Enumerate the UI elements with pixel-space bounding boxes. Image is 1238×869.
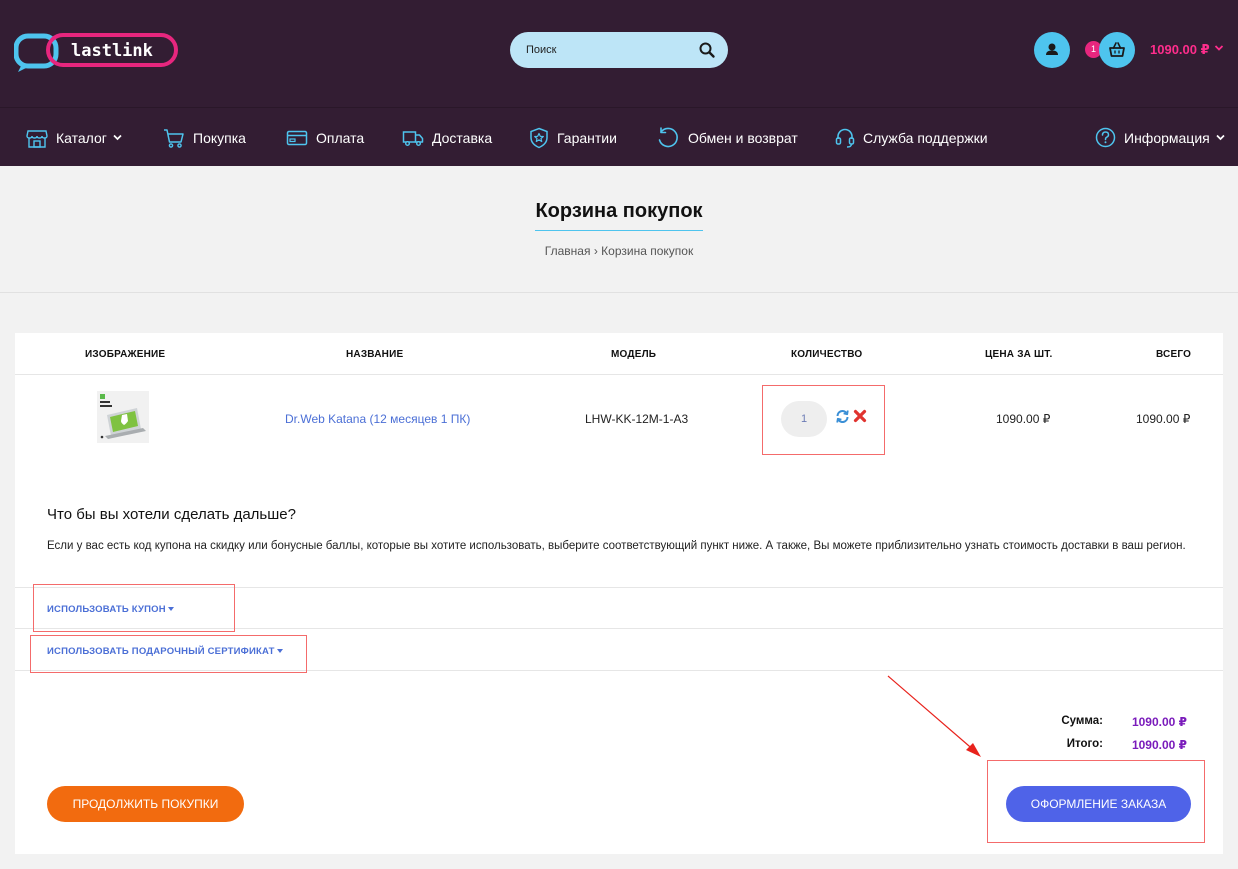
cart-button[interactable] bbox=[1099, 32, 1135, 68]
cart-icon bbox=[164, 128, 184, 148]
truck-icon bbox=[402, 130, 424, 146]
main-nav: Каталог Покупка Оплата Доставка Гарантии… bbox=[0, 107, 1238, 166]
annotation-arrow-icon bbox=[887, 675, 981, 757]
headset-icon bbox=[835, 128, 855, 148]
return-icon bbox=[658, 126, 678, 147]
quantity-highlight-box bbox=[762, 385, 885, 455]
nav-item-label: Покупка bbox=[193, 129, 246, 146]
nav-item-label: Информация bbox=[1124, 129, 1210, 146]
user-icon bbox=[1046, 43, 1058, 55]
cart-total[interactable]: 1090.00 ₽ bbox=[1150, 42, 1210, 58]
chevron-down-icon bbox=[1216, 134, 1225, 141]
column-header-model: Модель bbox=[611, 349, 657, 360]
subtotal-value: 1090.00 ₽ bbox=[1131, 715, 1187, 729]
page-heading: Корзина покупок Главная › Корзина покупо… bbox=[0, 166, 1238, 293]
column-header-name: Название bbox=[346, 349, 404, 360]
nav-item-payment[interactable]: Оплата bbox=[286, 108, 364, 167]
page-title: Корзина покупок bbox=[535, 200, 703, 222]
total-value: 1090.00 ₽ bbox=[1131, 738, 1187, 752]
search-icon[interactable] bbox=[698, 41, 716, 59]
checkout-highlight-box bbox=[987, 760, 1205, 843]
product-model: LHW-KK-12M-1-A3 bbox=[585, 412, 689, 426]
column-header-quantity: Количество bbox=[791, 349, 863, 360]
logo[interactable]: lastlink bbox=[13, 32, 180, 74]
question-icon bbox=[1095, 127, 1116, 148]
nav-item-returns[interactable]: Обмен и возврат bbox=[656, 108, 798, 167]
cart-panel: Изображение Название Модель Количество Ц… bbox=[15, 333, 1223, 854]
subtotal-label: Сумма: bbox=[1061, 715, 1103, 727]
nav-item-label: Доставка bbox=[432, 129, 493, 146]
nav-item-delivery[interactable]: Доставка bbox=[402, 108, 492, 167]
breadcrumb-separator: › bbox=[593, 244, 598, 258]
unit-price: 1090.00 ₽ bbox=[996, 412, 1051, 426]
breadcrumb: Главная › Корзина покупок bbox=[0, 244, 1238, 258]
search-bar bbox=[510, 32, 728, 68]
credit-card-icon bbox=[286, 130, 308, 145]
next-steps-text: Если у вас есть код купона на скидку или… bbox=[47, 540, 1186, 552]
gift-certificate-highlight-box bbox=[30, 635, 307, 673]
product-name-link[interactable]: Dr.Web Katana (12 месяцев 1 ПК) bbox=[285, 412, 470, 426]
search-input[interactable] bbox=[510, 32, 690, 68]
continue-shopping-button[interactable]: Продолжить покупки bbox=[47, 786, 244, 822]
coupon-highlight-box bbox=[33, 584, 235, 632]
column-header-total: Всего bbox=[1156, 349, 1192, 360]
divider bbox=[15, 374, 1223, 375]
nav-item-label: Оплата bbox=[316, 129, 365, 146]
breadcrumb-current: Корзина покупок bbox=[601, 244, 694, 258]
nav-item-label: Каталог bbox=[56, 129, 107, 146]
column-header-image: Изображение bbox=[85, 349, 166, 360]
nav-item-label: Служба поддержки bbox=[863, 129, 988, 146]
top-header: lastlink 1 1090.00 ₽ bbox=[0, 0, 1238, 107]
basket-icon bbox=[1109, 42, 1125, 57]
storefront-icon bbox=[26, 129, 48, 148]
logo-icon: lastlink bbox=[13, 33, 178, 72]
breadcrumb-home[interactable]: Главная bbox=[545, 244, 591, 258]
logo-text: lastlink bbox=[71, 41, 153, 61]
row-total: 1090.00 ₽ bbox=[1136, 412, 1191, 426]
chevron-down-icon[interactable] bbox=[1214, 44, 1224, 52]
nav-item-warranty[interactable]: Гарантии bbox=[529, 108, 617, 167]
next-steps-title: Что бы вы хотели сделать дальше? bbox=[47, 506, 296, 523]
title-underline bbox=[535, 230, 703, 231]
nav-item-info[interactable]: Информация bbox=[1095, 108, 1233, 167]
nav-item-support[interactable]: Служба поддержки bbox=[835, 108, 988, 167]
product-thumbnail[interactable] bbox=[97, 391, 149, 443]
chevron-down-icon bbox=[113, 134, 122, 141]
column-header-unit-price: Цена за шт. bbox=[985, 349, 1053, 360]
nav-item-label: Обмен и возврат bbox=[688, 129, 798, 146]
nav-item-purchase[interactable]: Покупка bbox=[163, 108, 246, 167]
nav-item-label: Гарантии bbox=[557, 129, 617, 146]
account-button[interactable] bbox=[1034, 32, 1070, 68]
shield-star-icon bbox=[530, 127, 548, 148]
nav-item-catalog[interactable]: Каталог bbox=[26, 108, 130, 167]
total-label: Итого: bbox=[1066, 738, 1103, 750]
